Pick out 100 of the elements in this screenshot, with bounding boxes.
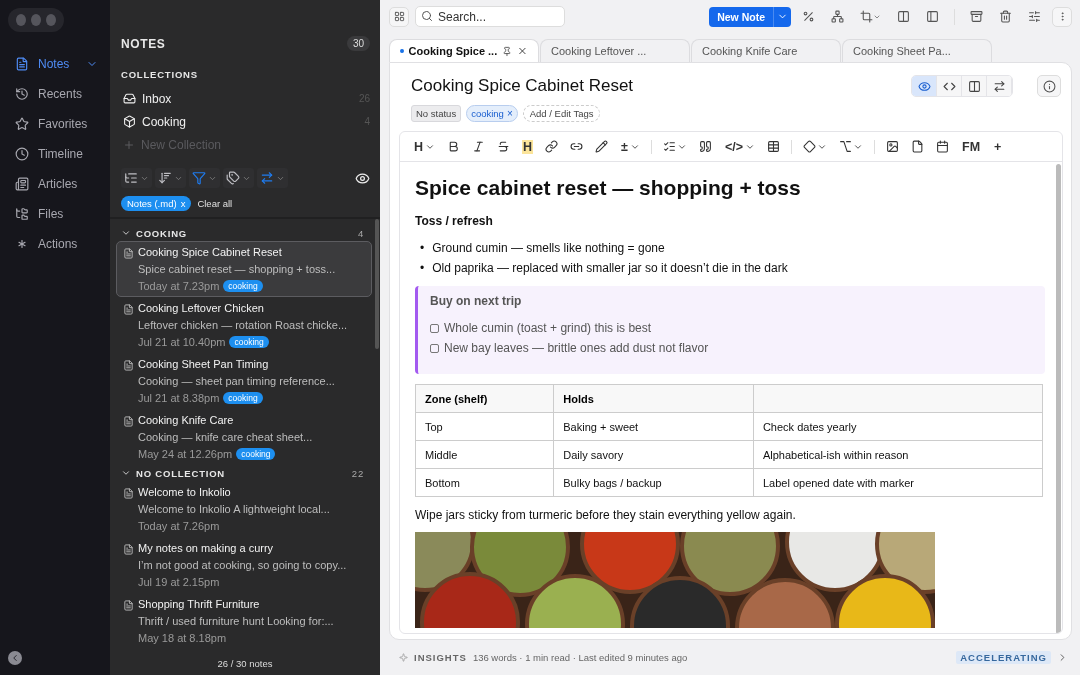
- format-button[interactable]: </>: [718, 137, 760, 156]
- view-mode-button[interactable]: [987, 76, 1012, 96]
- note-tab[interactable]: Cooking Spice ...: [389, 39, 539, 62]
- note-tab[interactable]: Cooking Leftover ...: [540, 39, 690, 62]
- add-tags-button[interactable]: Add / Edit Tags: [522, 105, 601, 122]
- note-item[interactable]: Cooking Sheet Pan Timing Cooking — sheet pan timing reference... Jul 21 at 8.38pm cooking: [116, 353, 372, 409]
- note-icon: [123, 488, 134, 499]
- task-label: Whole cumin (toast + grind) this is best: [444, 320, 652, 337]
- search-field[interactable]: Search...: [415, 6, 565, 27]
- filter-dropdown[interactable]: [223, 168, 254, 188]
- task-label: New bay leaves — brittle ones add dust not flavor: [444, 340, 709, 357]
- sort-icon: [158, 171, 172, 185]
- eye-icon[interactable]: [355, 170, 370, 186]
- crop-icon: [860, 10, 873, 23]
- pin-icon: [502, 45, 513, 57]
- format-button[interactable]: ±: [615, 137, 645, 156]
- close-icon: [517, 45, 528, 57]
- archive-icon: [970, 10, 983, 23]
- filter-chip: Notes (.md) x: [121, 196, 192, 211]
- chevron-icon: [121, 468, 131, 478]
- group-icon: [124, 171, 138, 185]
- note-item[interactable]: Cooking Knife Care Cooking — knife care cheat sheet... May 24 at 12.26pm cooking: [116, 409, 372, 465]
- search-icon: [421, 10, 433, 22]
- settings-icon: [1028, 10, 1041, 23]
- note-tab[interactable]: Cooking Sheet Pa...: [842, 39, 992, 62]
- note-item[interactable]: Cooking Spice Cabinet Reset Spice cabinet reset — shopping + toss... Today at 7.23pm cooking: [116, 241, 372, 297]
- table-cell: Middle: [415, 440, 554, 469]
- info-button[interactable]: [1037, 75, 1061, 97]
- paragraph: Wipe jars sticky from turmeric before they stain everything yellow again.: [415, 508, 797, 522]
- sparkle-icon: [399, 653, 408, 662]
- checklist-icon: [662, 140, 676, 153]
- trash-icon: [999, 10, 1012, 23]
- collapse-button[interactable]: [8, 651, 22, 665]
- note-icon: [123, 304, 134, 315]
- nav-icon: [15, 87, 29, 101]
- unsaved-dot: [400, 49, 404, 53]
- format-button[interactable]: +: [988, 137, 1008, 156]
- percent-icon: [802, 10, 815, 23]
- tag-pill[interactable]: cooking ×: [466, 105, 518, 122]
- table-cell: Baking + sweet: [553, 412, 754, 441]
- view-mode-button[interactable]: [962, 76, 987, 96]
- nav-icon: [15, 57, 29, 71]
- note-title[interactable]: Cooking Spice Cabinet Reset: [411, 76, 911, 96]
- note-item[interactable]: Cooking Leftover Chicken Leftover chicken — rotation Roast chicke... Jul 21 at 10.40pm cooking: [116, 297, 372, 353]
- view-mode-button[interactable]: [912, 76, 937, 96]
- swap-icon: [260, 171, 274, 185]
- table-cell: Top: [415, 412, 554, 441]
- group-heading[interactable]: COOKING 4: [116, 225, 372, 241]
- group-heading[interactable]: NO COLLECTION 22: [116, 465, 372, 481]
- info-icon: [1042, 79, 1056, 93]
- table-cell: Daily savory: [553, 440, 754, 469]
- format-button[interactable]: H: [408, 137, 441, 156]
- nav-item[interactable]: Articles: [15, 174, 110, 194]
- scrollbar[interactable]: [1056, 164, 1061, 633]
- panel-title: NOTES: [121, 36, 167, 51]
- note-item[interactable]: Shopping Thrift Furniture Thrift / used furniture hunt Looking for:... May 18 at 8.18pm: [116, 593, 372, 649]
- note-icon: [123, 248, 134, 259]
- nav-icon: [15, 237, 29, 251]
- filter-dropdown[interactable]: [121, 168, 152, 188]
- note-icon: [123, 544, 134, 555]
- table-cell: Label opened date with marker: [753, 468, 1043, 497]
- remove-tag-button[interactable]: ×: [506, 108, 513, 119]
- note-icon: [123, 360, 134, 371]
- swap-icon: [992, 79, 1006, 93]
- note-item[interactable]: Welcome to Inkolio Welcome to Inkolio A lightweight local... Today at 7.26pm: [116, 481, 372, 537]
- table-cell: Bulky bags / backup: [553, 468, 754, 497]
- view-mode-button[interactable]: [937, 76, 962, 96]
- nav-icon: [15, 117, 29, 131]
- nav-item[interactable]: Files: [15, 204, 110, 224]
- apps-button[interactable]: [389, 6, 409, 27]
- table-icon: [767, 140, 780, 153]
- table-cell: Alphabetical-ish within reason: [753, 440, 1043, 469]
- note-tab[interactable]: Cooking Knife Care: [691, 39, 841, 62]
- nav-item[interactable]: Timeline: [15, 144, 110, 164]
- status-pill[interactable]: No status: [411, 105, 462, 122]
- format-button[interactable]: FM: [956, 137, 987, 156]
- insights-label[interactable]: INSIGHTS: [414, 652, 467, 663]
- task-checkbox[interactable]: [430, 343, 439, 353]
- tray-icon: [123, 92, 136, 105]
- bold-icon: [447, 140, 461, 153]
- note-item[interactable]: My notes on making a curry I’m not good at cooking, so going to copy... Jul 19 at 2.15pm: [116, 537, 372, 593]
- task-checkbox[interactable]: [430, 323, 439, 333]
- status-badge: ACCELERATING: [956, 651, 1051, 664]
- sidebar-icon: [926, 10, 939, 23]
- nav-item[interactable]: Favorites: [15, 114, 110, 134]
- table-cell: Check dates yearly: [753, 412, 1043, 441]
- nav-item[interactable]: Recents: [15, 84, 110, 104]
- bullet-item: Ground cumin — smells like nothing = gone: [432, 240, 665, 257]
- note-icon: [123, 416, 134, 427]
- plus-icon: [123, 138, 135, 151]
- nav-icon: [15, 207, 29, 221]
- filter-icon: [192, 171, 206, 185]
- clear-all-button[interactable]: Clear all: [197, 198, 233, 209]
- format-button[interactable]: H: [517, 137, 539, 156]
- table-header: Holds: [553, 384, 754, 413]
- scrollbar[interactable]: [375, 219, 379, 349]
- nav-item[interactable]: Notes: [15, 54, 110, 74]
- window-controls[interactable]: [8, 8, 64, 32]
- nav-item[interactable]: Actions: [15, 234, 110, 254]
- filter-dropdown[interactable]: [155, 168, 186, 188]
